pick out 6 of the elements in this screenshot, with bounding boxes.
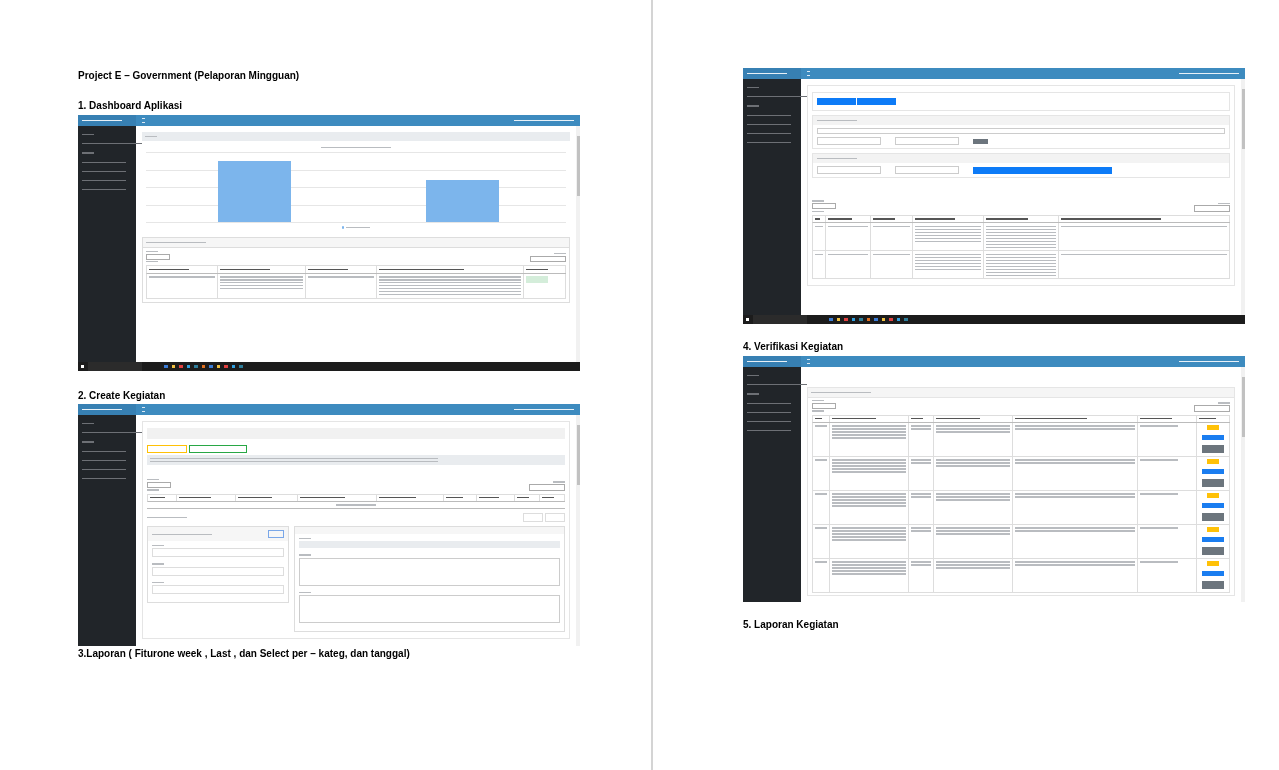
section-heading: 2. Create Kegiatan xyxy=(78,390,167,402)
section-heading: 1. Dashboard Aplikasi xyxy=(78,100,184,112)
section-heading: 3.Laporan ( Fiturone week , Last , dan Select per – kateg, dan tanggal) xyxy=(78,648,411,660)
document-title: Project E – Government (Pelaporan Mingguan) xyxy=(78,70,301,82)
section-heading: 5. Laporan Kegiatan xyxy=(743,619,840,631)
section-heading: 4. Verifikasi Kegiatan xyxy=(743,341,845,353)
